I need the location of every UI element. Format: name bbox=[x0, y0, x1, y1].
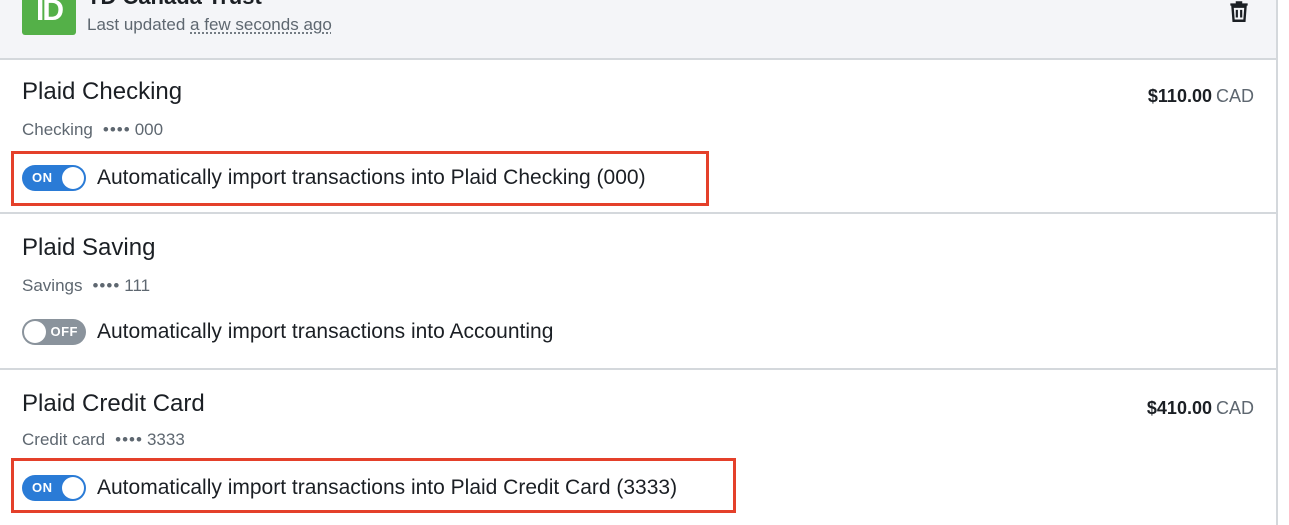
toggle-state: OFF bbox=[50, 324, 78, 339]
account-subtitle: Checking •••• 000 bbox=[22, 120, 163, 140]
auto-import-toggle-row: OFF Automatically import transactions in… bbox=[22, 319, 553, 345]
connected-bank-panel: ID TD Canada Trust Last updated a few se… bbox=[0, 0, 1278, 525]
account-mask-dots: •••• bbox=[102, 120, 131, 139]
account-mask: 000 bbox=[134, 120, 164, 139]
balance-amount: $410.00 bbox=[1146, 398, 1212, 418]
account-balance: $110.00 CAD bbox=[1148, 86, 1254, 107]
last-updated: Last updated a few seconds ago bbox=[87, 15, 332, 35]
account-mask: 111 bbox=[124, 276, 151, 295]
highlight-box-credit-card bbox=[11, 458, 736, 513]
toggle-knob bbox=[24, 321, 46, 343]
highlight-box-checking bbox=[11, 151, 709, 206]
account-name: Plaid Saving bbox=[22, 234, 156, 261]
account-name: Plaid Credit Card bbox=[22, 390, 205, 417]
last-updated-label: Last updated bbox=[87, 15, 186, 34]
account-type: Credit card bbox=[22, 430, 106, 449]
account-mask-dots: •••• bbox=[115, 430, 143, 449]
bank-header: ID TD Canada Trust Last updated a few se… bbox=[0, 0, 1276, 60]
account-balance: $410.00 CAD bbox=[1147, 398, 1254, 419]
account-name: Plaid Checking bbox=[22, 78, 183, 105]
bank-logo: ID bbox=[22, 0, 76, 35]
balance-currency: CAD bbox=[1215, 86, 1254, 106]
auto-import-label: Automatically import transactions into A… bbox=[97, 320, 554, 343]
last-updated-time: a few seconds ago bbox=[190, 15, 332, 34]
account-mask: 3333 bbox=[146, 430, 185, 449]
balance-currency: CAD bbox=[1215, 398, 1254, 418]
balance-amount: $110.00 bbox=[1147, 86, 1212, 106]
trash-icon[interactable] bbox=[1226, 0, 1252, 24]
account-subtitle: Savings •••• 111 bbox=[22, 276, 150, 296]
account-type: Checking bbox=[22, 120, 93, 139]
auto-import-toggle[interactable]: OFF bbox=[22, 319, 86, 345]
account-mask-dots: •••• bbox=[92, 276, 121, 295]
account-type: Savings bbox=[22, 276, 83, 295]
bank-name: TD Canada Trust bbox=[87, 0, 262, 8]
account-subtitle: Credit card •••• 3333 bbox=[22, 430, 185, 450]
account-card-saving: Plaid Saving Savings •••• 111 OFF Automati… bbox=[0, 214, 1276, 370]
